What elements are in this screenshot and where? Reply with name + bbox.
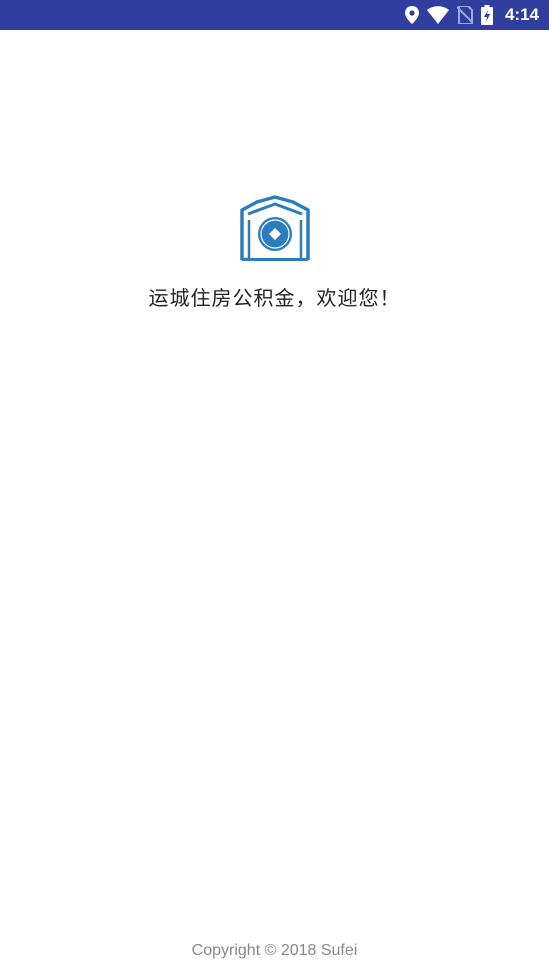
- status-bar: 4:14: [0, 0, 549, 30]
- splash-screen: 运城住房公积金，欢迎您！ Copyright © 2018 Sufei: [0, 30, 549, 976]
- location-icon: [404, 6, 419, 24]
- wifi-icon: [426, 6, 449, 24]
- no-sim-icon: [456, 6, 473, 24]
- housing-fund-logo-icon: [239, 194, 311, 262]
- status-icons: 4:14: [404, 5, 539, 25]
- status-clock: 4:14: [504, 5, 539, 24]
- copyright-text: Copyright © 2018 Sufei: [191, 942, 358, 959]
- battery-charging-icon: [480, 5, 493, 25]
- welcome-message: 运城住房公积金，欢迎您！: [148, 286, 401, 310]
